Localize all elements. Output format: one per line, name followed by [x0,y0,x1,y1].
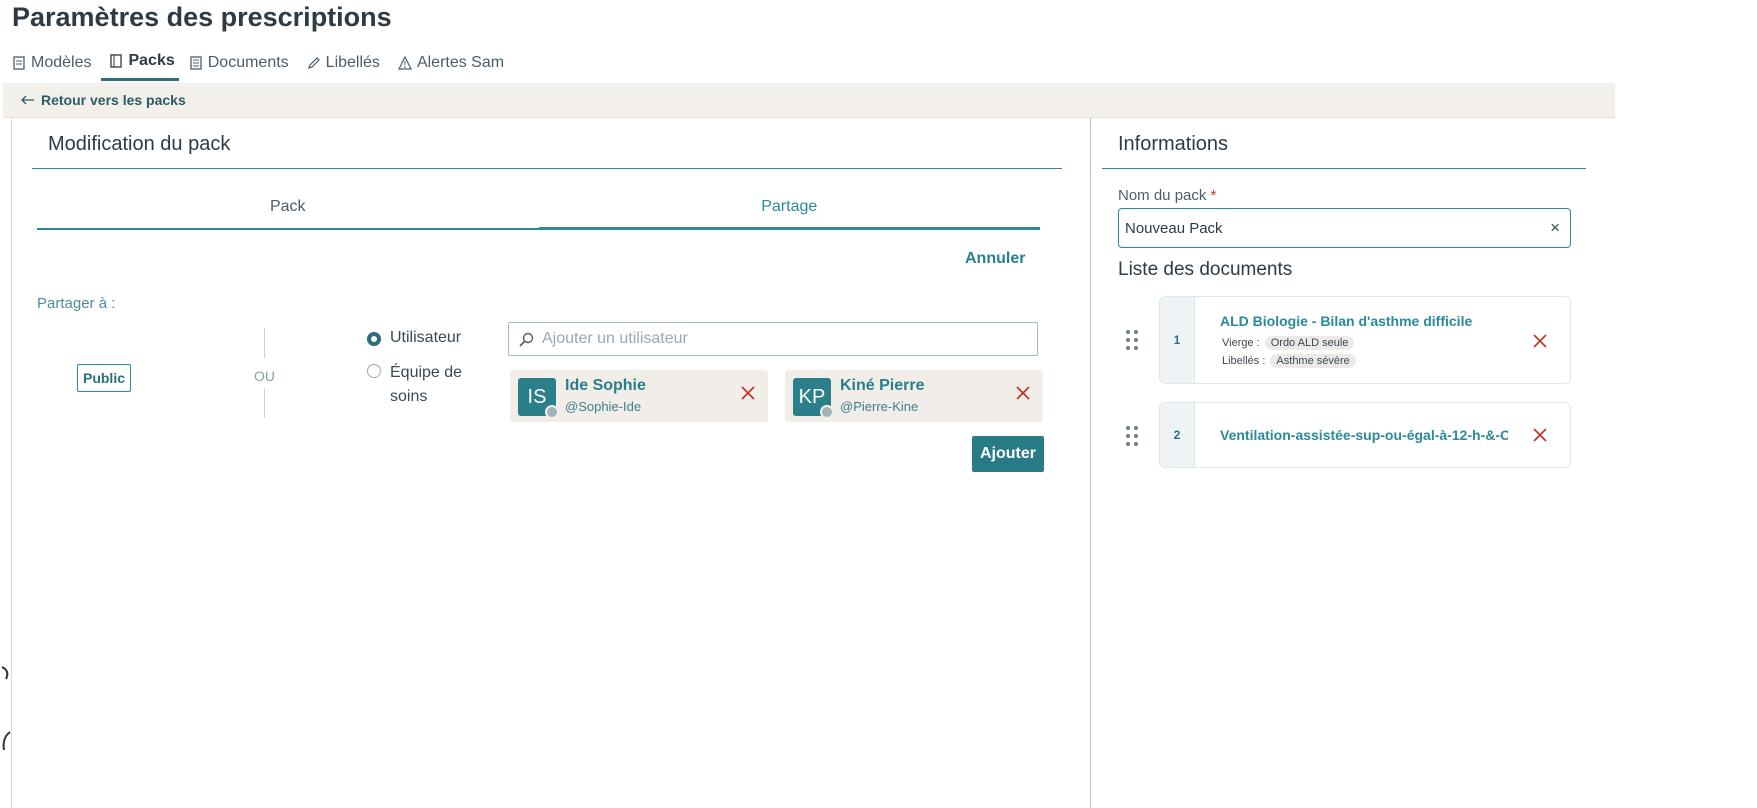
divider-bottom [264,388,265,418]
tab-partage[interactable]: Partage [538,186,1040,230]
document-title[interactable]: Ventilation-assistée-sup-ou-égal-à-12-h-… [1220,427,1508,443]
curl-mark-icon [1,666,9,680]
document-index: 2 [1160,403,1195,467]
tab-pack[interactable]: Pack [37,186,539,228]
tab-modeles[interactable]: Modèles [12,50,99,81]
radio-team-label-line1: Équipe de [390,364,463,381]
user-card: KP Kiné Pierre @Pierre-Kine [785,370,1043,422]
remove-document-icon[interactable] [1530,331,1550,351]
radio-circle[interactable] [367,364,381,378]
info-section-divider [1102,168,1586,169]
tab-alertes-sam[interactable]: Alertes Sam [397,50,512,81]
info-section-title: Informations [1118,133,1229,155]
user-name: Ide Sophie [565,377,646,394]
user-handle: @Sophie-Ide [565,399,642,414]
user-handle: @Pierre-Kine [840,399,919,414]
avatar-initials: IS [527,385,547,408]
tab-label: Libellés [325,53,380,71]
document-card[interactable]: 2 Ventilation-assistée-sup-ou-égal-à-12-… [1159,402,1571,468]
warning-icon [397,55,412,70]
avatar: KP [793,378,834,419]
required-mark: * [1210,187,1217,204]
page-title: Paramètres des prescriptions [12,2,392,32]
avatar: IS [518,378,559,419]
edit-section-title: Modification du pack [48,133,231,155]
back-link[interactable]: Retour vers les packs [21,92,186,108]
add-button[interactable]: Ajouter [972,436,1044,472]
curl-mark-icon [2,731,11,751]
documents-list-title: Liste des documents [1118,259,1293,280]
tab-label: Documents [207,53,289,71]
user-card: IS Ide Sophie @Sophie-Ide [510,370,768,422]
meta-label: Vierge : [1222,337,1260,349]
document-icon [13,55,25,70]
radio-circle-selected[interactable] [367,332,381,346]
radio-user[interactable]: Utilisateur [367,329,461,347]
tab-label: Alertes Sam [416,53,505,71]
tab-documents[interactable]: Documents [189,50,297,81]
status-dot [545,405,559,419]
back-label: Retour vers les packs [41,92,186,108]
avatar-initials: KP [798,385,826,408]
edit-tabs: Pack Partage [37,186,1040,230]
tab-libelles[interactable]: Libellés [307,50,388,81]
document-title[interactable]: ALD Biologie - Bilan d'asthme difficile [1220,313,1520,329]
status-dot [820,405,834,419]
drag-handle-icon[interactable] [1126,330,1140,350]
tab-label: Packs [128,52,175,69]
pack-icon [110,54,123,68]
top-tabs: Modèles Packs Documents Libellés Alertes… [12,50,522,81]
divider-top [264,328,265,358]
clear-icon[interactable]: × [1550,218,1560,238]
edit-section-divider [32,168,1062,169]
search-placeholder: Ajouter un utilisateur [542,330,688,347]
share-label: Partager à : [37,295,116,312]
remove-user-icon[interactable] [1013,383,1033,403]
arrow-left-icon [21,95,34,105]
tab-packs[interactable]: Packs [101,50,179,81]
remove-document-icon[interactable] [1530,425,1550,445]
pack-name-input[interactable]: Nouveau Pack × [1118,208,1571,248]
or-label: OU [254,368,275,384]
pack-name-label-text: Nom du pack [1118,187,1207,204]
radio-team[interactable]: Équipe de soins [367,361,462,409]
user-name: Kiné Pierre [840,377,925,394]
meta-chip: Ordo ALD seule [1264,336,1355,350]
file-list-icon [190,55,202,70]
meta-label: Libellés : [1222,355,1266,367]
tab-label: Modèles [31,53,92,71]
document-index: 1 [1160,297,1195,383]
remove-user-icon[interactable] [738,383,758,403]
cancel-button[interactable]: Annuler [965,250,1025,268]
pack-name-value: Nouveau Pack [1125,219,1223,237]
radio-team-label-line2: soins [390,388,428,405]
meta-chip: Asthme sévère [1270,354,1356,368]
user-search-input[interactable]: Ajouter un utilisateur [508,322,1038,356]
pack-name-label: Nom du pack * [1118,187,1216,204]
public-button[interactable]: Public [77,364,131,392]
pencil-icon [307,56,320,69]
radio-user-label: Utilisateur [390,329,462,346]
drag-handle-icon[interactable] [1126,426,1140,446]
search-icon [519,332,534,347]
document-meta-libelles: Libellés : Asthme sévère [1222,354,1356,368]
document-meta-vierge: Vierge : Ordo ALD seule [1222,336,1355,350]
back-bar: Retour vers les packs [3,83,1615,118]
document-card[interactable]: 1 ALD Biologie - Bilan d'asthme difficil… [1159,296,1571,384]
